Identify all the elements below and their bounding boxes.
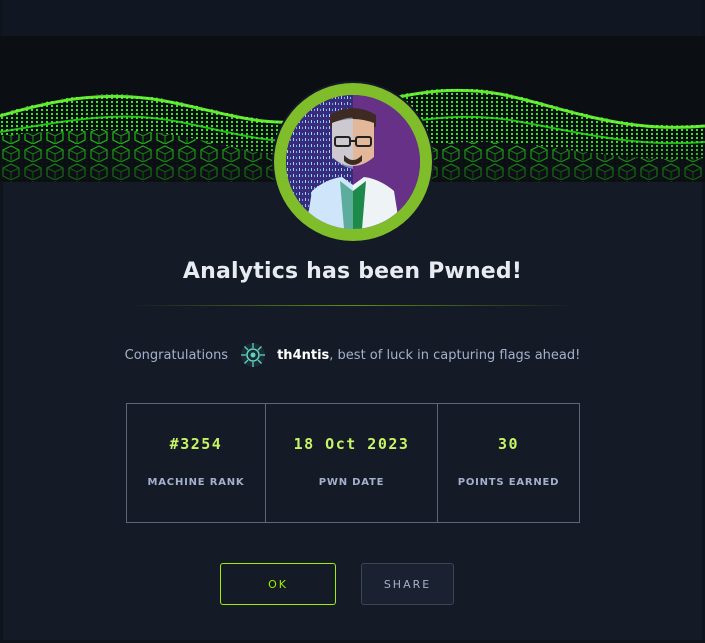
username-link[interactable]: th4ntis bbox=[277, 348, 329, 363]
stat-label: POINTS EARNED bbox=[457, 477, 560, 488]
stat-label: PWN DATE bbox=[318, 477, 385, 488]
stat-points-earned: 30 POINTS EARNED bbox=[438, 404, 579, 522]
pwned-dialog: Analytics has been Pwned! Congratulation… bbox=[0, 0, 705, 643]
user-avatar-icon bbox=[239, 341, 267, 369]
window-top-strip bbox=[0, 0, 705, 36]
stat-label: MACHINE RANK bbox=[147, 477, 245, 488]
stats-panel: #3254 MACHINE RANK 18 Oct 2023 PWN DATE … bbox=[126, 403, 580, 523]
stat-value: 30 bbox=[497, 435, 520, 453]
share-button[interactable]: SHARE bbox=[361, 563, 454, 605]
stat-pwn-date: 18 Oct 2023 PWN DATE bbox=[266, 404, 438, 522]
machine-avatar bbox=[286, 95, 420, 229]
congrats-suffix: , best of luck in capturing flags ahead! bbox=[329, 347, 581, 363]
congrats-prefix: Congratulations bbox=[124, 347, 229, 363]
stat-value: 18 Oct 2023 bbox=[293, 435, 410, 453]
machine-avatar-ring bbox=[274, 83, 432, 241]
stat-value: #3254 bbox=[169, 435, 223, 453]
page-title: Analytics has been Pwned! bbox=[182, 259, 523, 284]
title-divider bbox=[130, 305, 575, 306]
ok-button[interactable]: OK bbox=[220, 563, 336, 605]
stat-machine-rank: #3254 MACHINE RANK bbox=[127, 404, 266, 522]
congrats-message: Congratulations th4ntis , best of luck i… bbox=[0, 341, 705, 369]
